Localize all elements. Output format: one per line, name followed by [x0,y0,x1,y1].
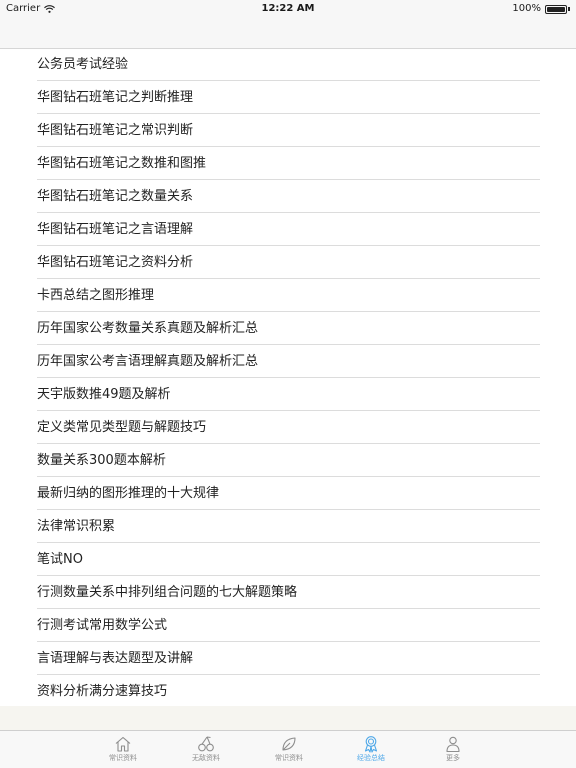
tab-invincible-materials[interactable]: 无敌资料 [176,733,236,767]
tab-common-materials[interactable]: 常识资料 [93,733,153,767]
status-time: 12:22 AM [261,3,315,14]
list-item[interactable]: 数量关系300题本解析 [37,444,540,477]
tab-label: 常识资料 [109,754,137,762]
person-icon [446,736,460,753]
list-item[interactable]: 历年国家公考数量关系真题及解析汇总 [37,312,540,345]
list-item[interactable]: 行测数量关系中排列组合问题的七大解题策略 [37,576,540,609]
list-item[interactable]: 公务员考试经验 [37,48,540,81]
leaf-icon [282,737,296,751]
battery-icon [545,4,567,14]
list-item[interactable]: 笔试NO [37,543,540,576]
navigation-bar [0,18,576,49]
list-item[interactable]: 华图钻石班笔记之数量关系 [37,180,540,213]
list-item[interactable]: 华图钻石班笔记之资料分析 [37,246,540,279]
tab-label: 常识资料 [275,754,303,762]
tab-more[interactable]: 更多 [423,733,483,767]
list-item[interactable]: 资料分析满分速算技巧 [37,675,540,706]
list-item[interactable]: 定义类常见类型题与解题技巧 [37,411,540,444]
list-item[interactable]: 言语理解与表达题型及讲解 [37,642,540,675]
battery-percent: 100% [512,3,541,14]
award-icon [364,736,378,753]
status-right: 100% [512,0,570,18]
home-icon [115,736,131,752]
list-item[interactable]: 华图钻石班笔记之数推和图推 [37,147,540,180]
tab-common-materials-2[interactable]: 常识资料 [259,733,319,767]
battery-cap [568,7,570,11]
list-item[interactable]: 华图钻石班笔记之常识判断 [37,114,540,147]
list-item[interactable]: 天宇版数推49题及解析 [37,378,540,411]
list-item[interactable]: 行测考试常用数学公式 [37,609,540,642]
list-item[interactable]: 卡西总结之图形推理 [37,279,540,312]
list-item[interactable]: 法律常识积累 [37,510,540,543]
list-item[interactable]: 最新归纳的图形推理的十大规律 [37,477,540,510]
tab-experience-summary[interactable]: 经验总结 [341,733,401,767]
tab-label: 经验总结 [357,754,385,762]
tab-label: 无敌资料 [192,754,220,762]
list-item[interactable]: 历年国家公考言语理解真题及解析汇总 [37,345,540,378]
cherry-icon [198,736,214,752]
status-bar: Carrier 12:22 AM 100% [0,0,576,18]
list-item[interactable]: 华图钻石班笔记之言语理解 [37,213,540,246]
list-footer-area [0,706,576,730]
article-list: 公务员考试经验 华图钻石班笔记之判断推理 华图钻石班笔记之常识判断 华图钻石班笔记之数… [0,48,576,706]
list-item[interactable]: 华图钻石班笔记之判断推理 [37,81,540,114]
tab-bar: 常识资料 无敌资料 常识资料 经验总结 更多 [0,730,576,768]
tab-label: 更多 [446,754,460,762]
